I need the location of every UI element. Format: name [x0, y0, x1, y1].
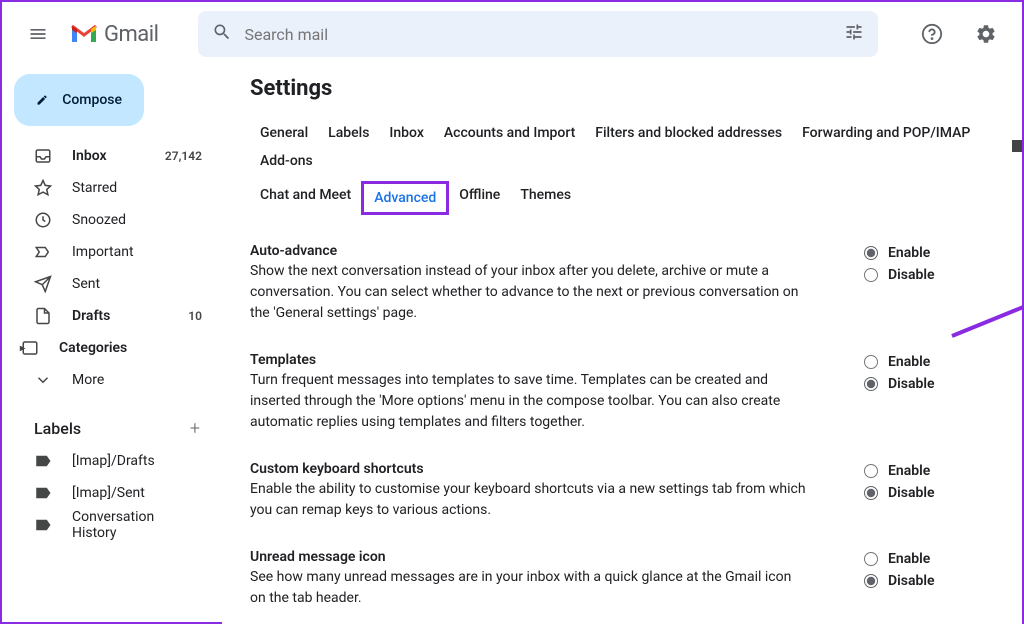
- sidebar-item-starred[interactable]: Starred: [14, 172, 214, 204]
- compose-button[interactable]: Compose: [14, 74, 144, 126]
- label-imap-drafts[interactable]: [Imap]/Drafts: [14, 445, 214, 477]
- setting-templates: Templates Turn frequent messages into te…: [250, 342, 1004, 451]
- label-icon: [34, 516, 54, 534]
- setting-custom-shortcuts: Custom keyboard shortcuts Enable the abi…: [250, 451, 1004, 539]
- tab-forwarding[interactable]: Forwarding and POP/IMAP: [792, 119, 980, 147]
- app-name: Gmail: [104, 22, 158, 47]
- shortcuts-enable[interactable]: Enable: [864, 463, 984, 479]
- tab-filters[interactable]: Filters and blocked addresses: [585, 119, 792, 147]
- label-icon: [34, 452, 54, 470]
- add-label-button[interactable]: +: [190, 418, 200, 439]
- settings-icon[interactable]: [966, 14, 1006, 54]
- sidebar-item-drafts[interactable]: Drafts 10: [14, 300, 214, 332]
- tab-chat[interactable]: Chat and Meet: [250, 181, 361, 215]
- draft-icon: [34, 307, 54, 325]
- shortcuts-disable[interactable]: Disable: [864, 485, 984, 501]
- tab-advanced[interactable]: Advanced: [361, 181, 449, 215]
- tab-inbox[interactable]: Inbox: [379, 119, 433, 147]
- setting-auto-advance: Auto-advance Show the next conversation …: [250, 233, 1004, 342]
- label-imap-sent[interactable]: [Imap]/Sent: [14, 477, 214, 509]
- inbox-icon: [34, 147, 54, 165]
- input-tools-indicator[interactable]: [1012, 140, 1022, 152]
- main-menu-button[interactable]: [18, 14, 58, 54]
- page-title: Settings: [250, 76, 1004, 101]
- tab-addons[interactable]: Add-ons: [250, 147, 323, 175]
- gmail-icon: [70, 23, 98, 45]
- search-bar[interactable]: [198, 11, 878, 57]
- labels-title: Labels: [34, 419, 81, 438]
- tab-general[interactable]: General: [250, 119, 318, 147]
- chevron-down-icon: [34, 371, 54, 389]
- gmail-logo[interactable]: Gmail: [70, 22, 158, 47]
- templates-enable[interactable]: Enable: [864, 354, 984, 370]
- search-input[interactable]: [244, 25, 844, 44]
- setting-unread-icon: Unread message icon See how many unread …: [250, 539, 1004, 626]
- help-icon[interactable]: [912, 14, 952, 54]
- settings-panel: Settings General Labels Inbox Accounts a…: [222, 66, 1022, 626]
- important-icon: [34, 243, 54, 261]
- sidebar-item-inbox[interactable]: Inbox 27,142: [14, 140, 214, 172]
- star-icon: [34, 179, 54, 197]
- sent-icon: [34, 275, 54, 293]
- sidebar-item-categories[interactable]: ▸ Categories: [14, 332, 214, 364]
- label-icon: [34, 484, 54, 502]
- sidebar: Compose Inbox 27,142 Starred Snoozed Imp…: [2, 66, 222, 626]
- auto-advance-disable[interactable]: Disable: [864, 267, 984, 283]
- tab-offline[interactable]: Offline: [449, 181, 510, 215]
- sidebar-item-more[interactable]: More: [14, 364, 214, 396]
- templates-disable[interactable]: Disable: [864, 376, 984, 392]
- pencil-icon: [36, 90, 48, 110]
- search-icon: [212, 22, 232, 46]
- categories-icon: [21, 339, 41, 357]
- tab-themes[interactable]: Themes: [510, 181, 581, 215]
- clock-icon: [34, 211, 54, 229]
- tab-labels[interactable]: Labels: [318, 119, 379, 147]
- sidebar-item-sent[interactable]: Sent: [14, 268, 214, 300]
- compose-label: Compose: [62, 92, 122, 108]
- sidebar-item-important[interactable]: Important: [14, 236, 214, 268]
- unread-icon-enable[interactable]: Enable: [864, 551, 984, 567]
- sidebar-item-snoozed[interactable]: Snoozed: [14, 204, 214, 236]
- label-conversation-history[interactable]: Conversation History: [14, 509, 214, 541]
- unread-icon-disable[interactable]: Disable: [864, 573, 984, 589]
- tune-icon[interactable]: [844, 22, 864, 46]
- tab-accounts[interactable]: Accounts and Import: [434, 119, 585, 147]
- auto-advance-enable[interactable]: Enable: [864, 245, 984, 261]
